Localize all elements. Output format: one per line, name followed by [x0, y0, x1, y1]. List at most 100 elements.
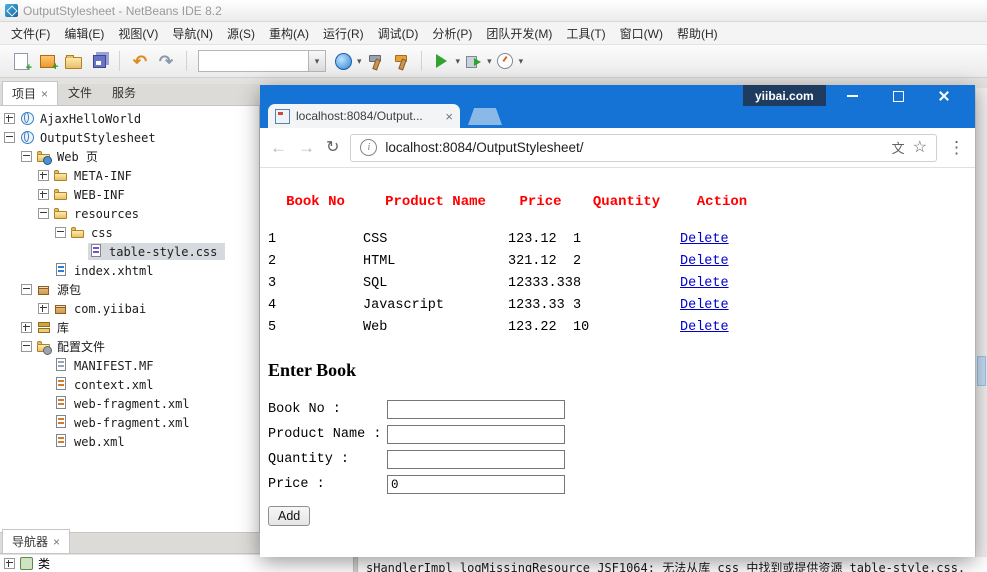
scrollbar-thumb[interactable]: [977, 356, 986, 386]
redo-button[interactable]: ↷: [153, 48, 179, 74]
collapse-toggle-icon[interactable]: [38, 208, 49, 219]
open-project-button[interactable]: [60, 48, 86, 74]
collapse-toggle-icon[interactable]: [21, 151, 32, 162]
product-name-input[interactable]: [387, 425, 565, 444]
menu-file[interactable]: 文件(F): [4, 22, 57, 45]
collapse-toggle-icon[interactable]: [4, 132, 15, 143]
tree-item-resources[interactable]: resources: [0, 204, 259, 223]
undo-button[interactable]: ↶: [127, 48, 153, 74]
collapse-toggle-icon[interactable]: [21, 341, 32, 352]
menu-view[interactable]: 视图(V): [111, 22, 165, 45]
menu-team[interactable]: 团队开发(M): [479, 22, 559, 45]
menu-refactor[interactable]: 重构(A): [262, 22, 316, 45]
tree-item-com-yiibai[interactable]: com.yiibai: [0, 299, 259, 318]
tree-item-libraries[interactable]: 库: [0, 318, 259, 337]
expand-toggle-icon[interactable]: [21, 322, 32, 333]
xml-file-icon: [54, 415, 69, 430]
tree-item-web-fragment-xml[interactable]: web-fragment.xml: [0, 394, 259, 413]
address-bar[interactable]: i localhost:8084/OutputStylesheet/ 文 ☆: [350, 134, 937, 162]
tree-item-manifest-mf[interactable]: MANIFEST.MF: [0, 356, 259, 375]
expand-toggle-icon[interactable]: [4, 558, 15, 569]
reload-icon[interactable]: ↻: [326, 140, 339, 156]
menu-profile[interactable]: 分析(P): [425, 22, 479, 45]
forward-icon[interactable]: →: [298, 139, 315, 156]
netbeans-logo-icon: [5, 4, 18, 17]
tree-item-source-packages[interactable]: 源包: [0, 280, 259, 299]
translate-icon[interactable]: 文: [892, 138, 905, 157]
tree-item-web-pages[interactable]: Web 页: [0, 147, 259, 166]
column-header: Price: [508, 194, 573, 228]
clean-build-button[interactable]: [388, 48, 414, 74]
undo-icon: ↶: [133, 53, 147, 70]
menu-debug[interactable]: 调试(D): [371, 22, 426, 45]
delete-link[interactable]: Delete: [680, 298, 729, 313]
delete-link[interactable]: Delete: [680, 254, 729, 269]
tab-close-icon[interactable]: ×: [445, 110, 453, 123]
add-button[interactable]: Add: [268, 506, 310, 526]
debug-project-button[interactable]: [460, 48, 486, 74]
quantity-input[interactable]: [387, 450, 565, 469]
tab-projects[interactable]: 项目 ×: [2, 81, 58, 105]
delete-link[interactable]: Delete: [680, 320, 729, 335]
price-input[interactable]: [387, 475, 565, 494]
tree-item-web-xml[interactable]: web.xml: [0, 432, 259, 451]
menu-help[interactable]: 帮助(H): [670, 22, 725, 45]
menu-window[interactable]: 窗口(W): [613, 22, 670, 45]
expand-toggle-icon[interactable]: [38, 170, 49, 181]
tree-item-web-fragment-xml[interactable]: web-fragment.xml: [0, 413, 259, 432]
delete-link[interactable]: Delete: [680, 232, 729, 247]
expand-toggle-icon[interactable]: [38, 303, 49, 314]
collapse-toggle-icon[interactable]: [21, 284, 32, 295]
close-icon[interactable]: ×: [41, 88, 48, 100]
new-file-button[interactable]: [8, 48, 34, 74]
selected-row-highlight: table-style.css: [88, 243, 225, 260]
browser-tab[interactable]: localhost:8084/Output... ×: [268, 104, 460, 128]
tab-files[interactable]: 文件: [58, 80, 102, 105]
book-no-input[interactable]: [387, 400, 565, 419]
tree-item-table-style-css[interactable]: table-style.css: [0, 242, 259, 261]
menu-edit[interactable]: 编辑(E): [57, 22, 111, 45]
tree-item-meta-inf[interactable]: META-INF: [0, 166, 259, 185]
tree-item-configuration-files[interactable]: 配置文件: [0, 337, 259, 356]
navigator-item-label[interactable]: 类: [38, 555, 50, 572]
maximize-button[interactable]: [875, 85, 921, 107]
menu-run[interactable]: 运行(R): [316, 22, 371, 45]
expand-toggle-icon[interactable]: [38, 189, 49, 200]
tree-item-index-xhtml[interactable]: index.xhtml: [0, 261, 259, 280]
run-project-button[interactable]: [429, 48, 455, 74]
tree-item-web-inf[interactable]: WEB-INF: [0, 185, 259, 204]
tab-services[interactable]: 服务: [102, 80, 146, 105]
deploy-button[interactable]: [330, 48, 356, 74]
tree-item-ajaxhelloworld[interactable]: AjaxHelloWorld: [0, 109, 259, 128]
close-icon[interactable]: ×: [53, 536, 60, 548]
save-all-button[interactable]: [86, 48, 112, 74]
close-button[interactable]: [921, 85, 967, 107]
menu-navigate[interactable]: 导航(N): [165, 22, 220, 45]
bookmark-star-icon[interactable]: ☆: [913, 140, 927, 156]
tree-item-css[interactable]: css: [0, 223, 259, 242]
page-info-icon[interactable]: i: [360, 139, 377, 156]
expand-toggle-icon[interactable]: [4, 113, 15, 124]
editor-scrollbar[interactable]: [975, 88, 987, 557]
chevron-down-icon[interactable]: ▾: [308, 51, 325, 71]
delete-link[interactable]: Delete: [680, 276, 729, 291]
menu-source[interactable]: 源(S): [220, 22, 262, 45]
back-icon[interactable]: ←: [270, 139, 287, 156]
configuration-combobox[interactable]: ▾: [198, 50, 326, 72]
new-tab-button[interactable]: [468, 108, 502, 125]
run-icon: [436, 54, 447, 68]
tab-navigator[interactable]: 导航器 ×: [2, 529, 70, 553]
menu-tools[interactable]: 工具(T): [559, 22, 612, 45]
new-project-icon: [40, 55, 55, 68]
collapse-toggle-icon[interactable]: [55, 227, 66, 238]
toolbar-separator: [119, 51, 120, 71]
tree-item-outputstylesheet[interactable]: OutputStylesheet: [0, 128, 259, 147]
chevron-down-icon[interactable]: ▾: [519, 56, 524, 67]
build-project-button[interactable]: [362, 48, 388, 74]
browser-menu-icon[interactable]: ⋮: [948, 139, 965, 156]
tree-item-context-xml[interactable]: context.xml: [0, 375, 259, 394]
cell-quantity: 1: [573, 228, 680, 250]
minimize-button[interactable]: [829, 85, 875, 107]
new-project-button[interactable]: [34, 48, 60, 74]
profile-project-button[interactable]: [492, 48, 518, 74]
